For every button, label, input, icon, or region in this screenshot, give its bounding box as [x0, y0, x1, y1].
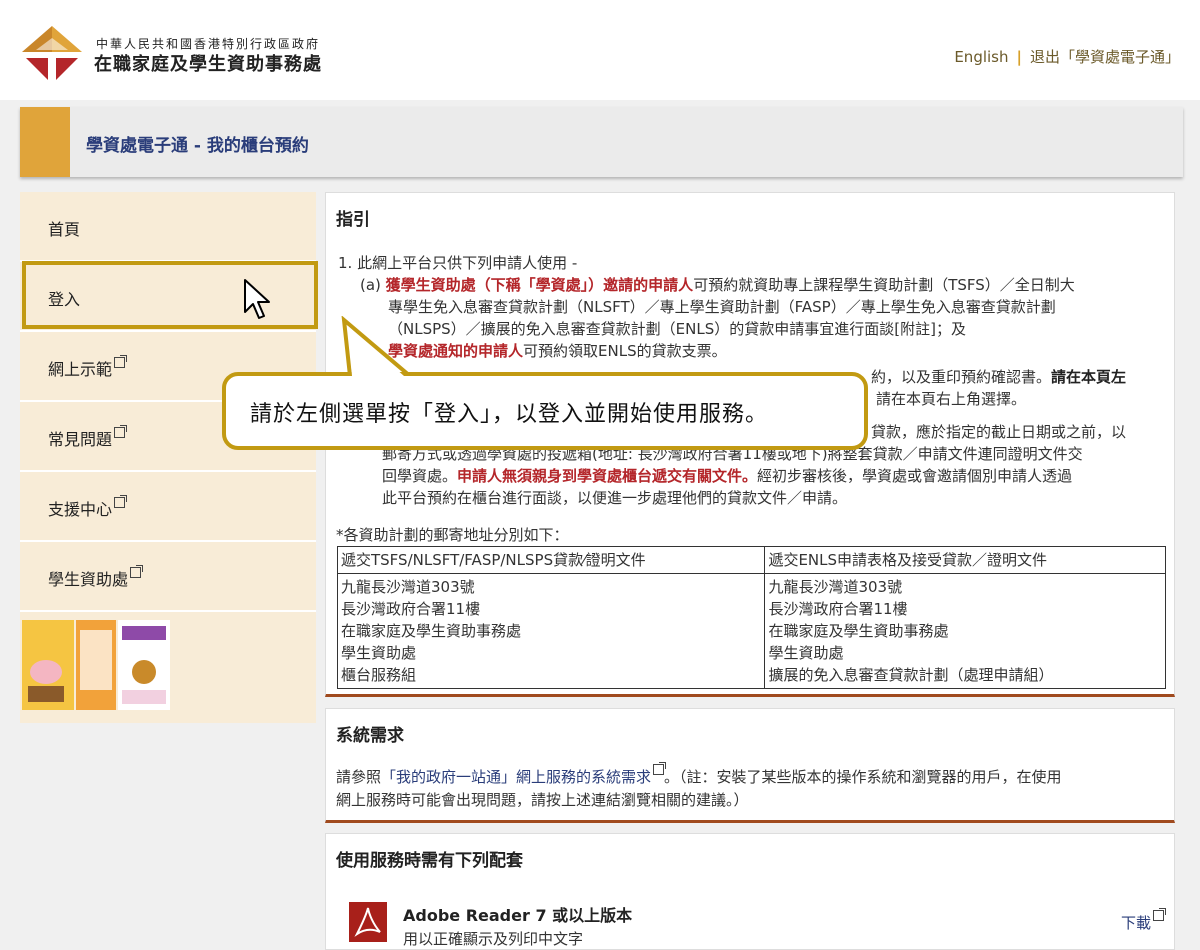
sidebar-item-label: 常見問題: [48, 425, 128, 450]
top-links: English | 退出「學資處電子通」: [954, 46, 1180, 67]
guide-point-3-line1: 貸款，應於指定的截止日期或之前，以: [871, 423, 1127, 441]
english-link[interactable]: English: [954, 48, 1008, 66]
guide-point-1a-line2: 專學生免入息審查貸款計劃（NLSFT）／專上學生資助計劃（FASP）／專上學生免…: [388, 298, 1056, 316]
address-intro: *各資助計劃的郵寄地址分別如下：: [336, 526, 569, 544]
guide-point-2-line2: 請在本頁右上角選擇。: [876, 390, 1027, 408]
sidebar-item-label: 學生資助處: [48, 565, 144, 590]
guide-point-1a-line3: （NLSPS）／擴展的免入息審查貸款計劃（ENLS）的貸款申請事宜進行面談[附註…: [388, 320, 966, 338]
download-link[interactable]: 下載: [1121, 908, 1166, 933]
org-name: 在職家庭及學生資助事務處: [94, 54, 322, 75]
adobe-reader-icon: [349, 902, 387, 942]
requirements-line-2: 網上服務時可能會出現問題，請按上述連結瀏覽相關的建議。）: [336, 791, 749, 809]
wfsfaa-logo: [22, 26, 82, 80]
requirements-line-1: 請參照「我的政府一站通」網上服務的系統需求 。（註：安裝了某些版本的操作系統和瀏覽…: [336, 762, 1062, 788]
guide-title: 指引: [336, 210, 370, 230]
adobe-reader-title: Adobe Reader 7 或以上版本: [403, 906, 633, 925]
external-link-icon: [1153, 908, 1166, 921]
packages-panel: 使用服務時需有下列配套 Adobe Reader 7 或以上版本 用以正確顯示及…: [325, 833, 1175, 950]
guide-point-3-line3: 回學資處。申請人無須親身到學資處櫃台遞交有關文件。經初步審核後，學資處或會邀請個…: [382, 467, 1073, 485]
login-highlight-frame: [22, 261, 318, 329]
guide-point-1b: 學資處通知的申請人可預約領取ENLS的貸款支票。: [388, 342, 727, 360]
callout-text: 請於左側選單按「登入」，以登入並開始使用服務。: [250, 402, 769, 427]
sidebar-item-home[interactable]: 首頁: [20, 192, 316, 262]
instruction-callout: 請於左側選單按「登入」，以登入並開始使用服務。: [222, 372, 868, 450]
guide-point-2-line1: 約，以及重印預約確認書。請在本頁左: [871, 368, 1127, 386]
sidebar-item-support[interactable]: 支援中心: [20, 472, 316, 542]
sidebar-item-label: 網上示範: [48, 355, 128, 380]
guide-point-1a-line1: (a) 獲學生資助處（下稱「學資處」）邀請的申請人可預約就資助專上課程學生資助計…: [360, 276, 1075, 294]
callout-tail-fill: [348, 326, 404, 376]
top-header: 中華人民共和國香港特別行政區政府 在職家庭及學生資助事務處 English | 退出…: [0, 0, 1200, 100]
requirements-title: 系統需求: [336, 726, 404, 746]
page-title: 學資處電子通 - 我的櫃台預約: [86, 136, 309, 156]
sidebar-item-sfo[interactable]: 學生資助處: [20, 542, 316, 612]
external-link-icon: [114, 425, 128, 438]
external-link-icon: [114, 355, 128, 368]
promo-leaflet-image[interactable]: [22, 620, 170, 710]
address-table-header: 遞交TSFS/NLSFT/FASP/NLSPS貸款⁄證明文件: [336, 546, 766, 574]
external-link-icon: [653, 762, 667, 775]
address-cell-right: 九龍長沙灣道303號 長沙灣政府合署11樓 在職家庭及學生資助事務處 學生資助處…: [764, 573, 1166, 689]
external-link-icon: [114, 495, 128, 508]
address-table: 遞交TSFS/NLSFT/FASP/NLSPS貸款⁄證明文件 遞交ENLS申請表…: [336, 546, 1166, 689]
packages-title: 使用服務時需有下列配套: [336, 851, 523, 871]
sidebar-item-label: 首頁: [48, 220, 81, 239]
adobe-reader-desc: 用以正確顯示及列印中文字: [403, 930, 584, 948]
requirements-panel: 系統需求 請參照「我的政府一站通」網上服務的系統需求 。（註：安裝了某些版本的操作…: [325, 708, 1175, 823]
logout-link[interactable]: 退出「學資處電子通」: [1030, 48, 1180, 66]
guide-point-3-line4: 此平台預約在櫃台進行面談，以便進一步處理他們的貸款文件／申請。: [382, 489, 848, 507]
guide-point-1-intro: 1. 此網上平台只供下列申請人使用 -: [338, 254, 578, 272]
address-cell-left: 九龍長沙灣道303號 長沙灣政府合署11樓 在職家庭及學生資助事務處 學生資助處…: [336, 573, 766, 689]
sidebar-item-label: 支援中心: [48, 495, 128, 520]
requirements-link[interactable]: 「我的政府一站通」網上服務的系統需求: [381, 768, 651, 786]
link-separator: |: [1016, 48, 1022, 66]
page-title-bar: 學資處電子通 - 我的櫃台預約: [20, 107, 1183, 177]
address-table-header: 遞交ENLS申請表格及接受貸款／證明文件: [764, 546, 1166, 574]
mouse-cursor-icon: [244, 279, 270, 319]
title-accent-block: [20, 107, 70, 177]
external-link-icon: [130, 565, 144, 578]
